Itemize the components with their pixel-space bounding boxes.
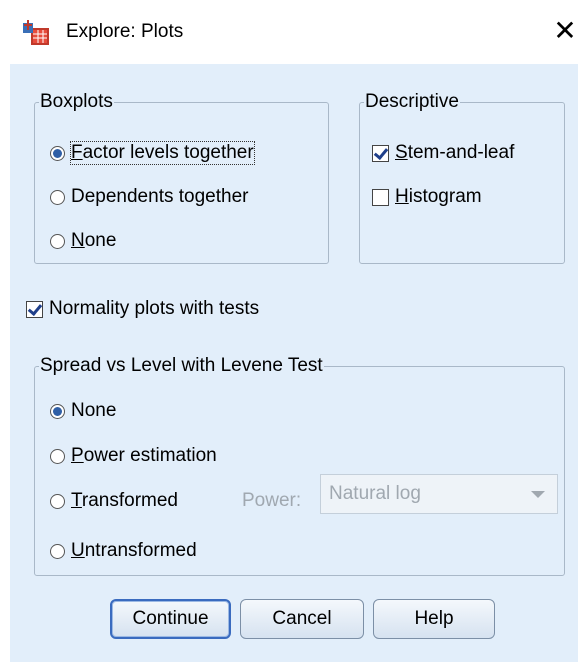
- spread-legend: Spread vs Level with Levene Test: [40, 355, 323, 376]
- cancel-button[interactable]: Cancel: [240, 599, 364, 639]
- dialog-body: Boxplots Factor levels together Dependen…: [10, 64, 578, 662]
- descriptive-legend: Descriptive: [365, 91, 459, 112]
- radio-transformed[interactable]: Transformed: [50, 490, 178, 512]
- radio-label: Transformed: [71, 490, 179, 511]
- radio-label: None: [71, 230, 117, 251]
- continue-button[interactable]: Continue: [110, 599, 231, 639]
- radio-power-estimation[interactable]: Power estimation: [50, 445, 217, 467]
- radio-label: None: [71, 400, 117, 421]
- radio-indicator: [50, 448, 65, 464]
- radio-indicator: [50, 145, 65, 161]
- radio-label: Factor levels together: [70, 141, 255, 165]
- descriptive-group: Descriptive: [359, 92, 565, 264]
- power-select[interactable]: Natural log: [320, 474, 558, 514]
- radio-label: Untransformed: [71, 540, 197, 561]
- radio-boxplots-none[interactable]: None: [50, 230, 116, 252]
- radio-factor-levels-together[interactable]: Factor levels together: [50, 141, 255, 165]
- help-button[interactable]: Help: [373, 599, 495, 639]
- checkbox-indicator: [372, 144, 389, 162]
- power-select-value: Natural log: [329, 483, 421, 504]
- radio-indicator: [50, 189, 65, 205]
- chevron-down-icon: [531, 491, 545, 498]
- checkbox-indicator: [26, 300, 43, 318]
- radio-label: Dependents together: [71, 186, 249, 207]
- radio-indicator: [50, 233, 65, 249]
- radio-indicator: [50, 543, 65, 559]
- radio-indicator: [50, 403, 65, 419]
- radio-label: Power estimation: [71, 445, 217, 466]
- checkbox-label: Stem-and-leaf: [395, 142, 515, 163]
- boxplots-legend: Boxplots: [40, 91, 113, 112]
- radio-spread-none[interactable]: None: [50, 400, 116, 422]
- checkbox-indicator: [372, 188, 389, 206]
- power-label: Power:: [242, 490, 302, 511]
- radio-untransformed[interactable]: Untransformed: [50, 540, 197, 562]
- radio-indicator: [50, 493, 65, 509]
- checkbox-label: Histogram: [395, 186, 482, 207]
- radio-dependents-together[interactable]: Dependents together: [50, 186, 248, 208]
- close-icon[interactable]: ✕: [548, 13, 582, 49]
- checkbox-label: Normality plots with tests: [49, 298, 260, 319]
- window-title: Explore: Plots: [66, 21, 184, 42]
- checkbox-normality-plots[interactable]: Normality plots with tests: [26, 298, 259, 320]
- checkbox-stem-and-leaf[interactable]: Stem-and-leaf: [372, 142, 514, 164]
- checkbox-histogram[interactable]: Histogram: [372, 186, 482, 208]
- title-bar: Explore: Plots ✕: [0, 0, 588, 64]
- spss-app-icon: [23, 20, 49, 45]
